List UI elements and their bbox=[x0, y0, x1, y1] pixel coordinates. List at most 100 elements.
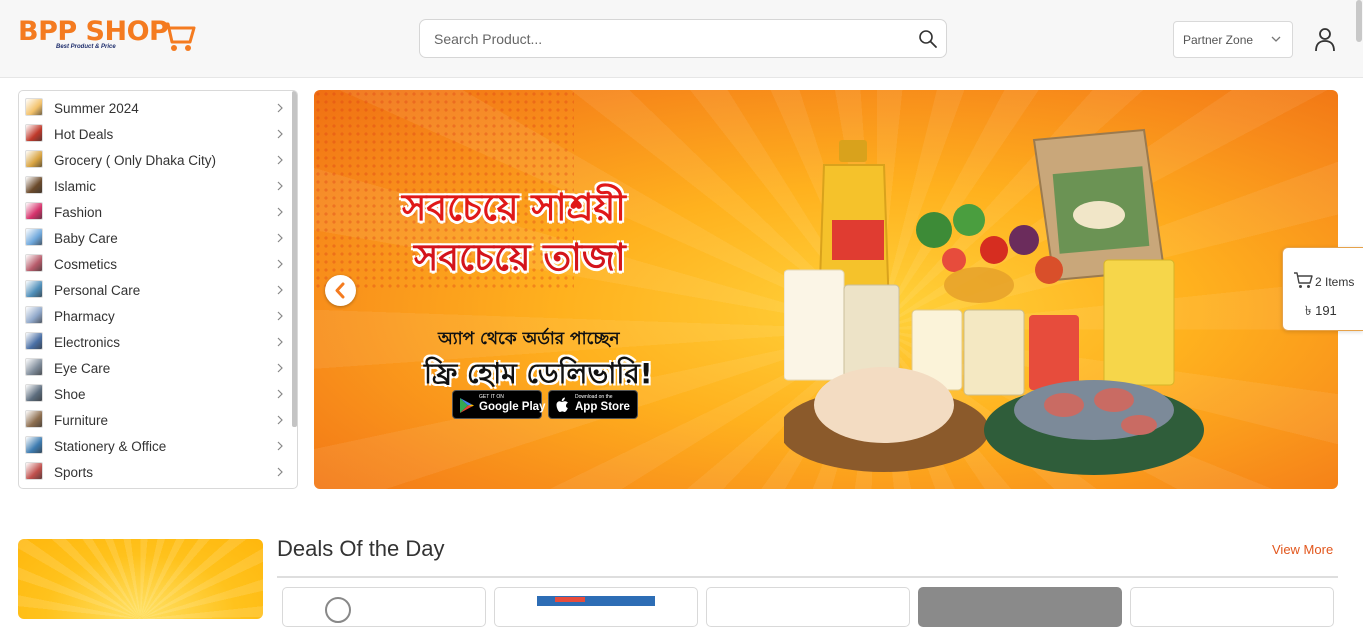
chevron-right-icon bbox=[277, 337, 283, 347]
baby-care-thumb bbox=[25, 228, 43, 246]
islamic-thumb bbox=[25, 176, 43, 194]
chevron-right-icon bbox=[277, 311, 283, 321]
chevron-right-icon bbox=[277, 285, 283, 295]
promo-card[interactable] bbox=[18, 539, 263, 619]
chevron-down-icon bbox=[1271, 36, 1281, 42]
personal-care-thumb bbox=[25, 280, 43, 298]
category-item[interactable]: Summer 2024 bbox=[24, 97, 288, 123]
category-item[interactable]: Baby Care bbox=[24, 227, 288, 253]
view-more-link[interactable]: View More bbox=[1272, 542, 1333, 557]
category-item[interactable]: Cosmetics bbox=[24, 253, 288, 279]
category-item[interactable]: Electronics bbox=[24, 331, 288, 357]
hero-banner[interactable]: সবচেয়ে সাশ্রয়ী সবচেয়ে তাজা অ্যাপ থেকে… bbox=[314, 90, 1338, 489]
app-store-label: App Store bbox=[575, 401, 630, 413]
app-store-small-text: Download on the bbox=[575, 394, 613, 400]
chevron-right-icon bbox=[277, 181, 283, 191]
page-scrollbar[interactable] bbox=[1356, 0, 1362, 42]
category-label: Pharmacy bbox=[54, 309, 115, 324]
category-label: Eye Care bbox=[54, 361, 111, 376]
eye-care-thumb bbox=[25, 358, 43, 376]
search-input[interactable] bbox=[434, 29, 904, 49]
category-label: Baby Care bbox=[54, 231, 118, 246]
partner-zone-select[interactable]: Partner Zone bbox=[1173, 21, 1293, 58]
chevron-right-icon bbox=[277, 129, 283, 139]
category-label: Cosmetics bbox=[54, 257, 118, 272]
chevron-right-icon bbox=[277, 207, 283, 217]
deal-product-card[interactable] bbox=[282, 587, 486, 627]
category-label: Summer 2024 bbox=[54, 101, 139, 116]
shoe-thumb bbox=[25, 384, 43, 402]
category-item[interactable]: Furniture bbox=[24, 409, 288, 435]
search-bar bbox=[419, 19, 947, 58]
banner-headline-2: সবচেয়ে তাজা bbox=[414, 236, 626, 279]
fashion-thumb bbox=[25, 202, 43, 220]
category-sidebar: Summer 2024 Hot Deals Grocery ( Only Dhaka… bbox=[18, 90, 298, 489]
hot-deals-thumb bbox=[25, 124, 43, 142]
chevron-right-icon bbox=[277, 155, 283, 165]
category-item[interactable]: Fashion bbox=[24, 201, 288, 227]
cosmetics-thumb bbox=[25, 254, 43, 272]
category-item[interactable]: Eye Care bbox=[24, 357, 288, 383]
pharmacy-thumb bbox=[25, 306, 43, 324]
banner-subline: অ্যাপ থেকে অর্ডার পাচ্ছেন bbox=[438, 329, 620, 349]
deal-product-card[interactable] bbox=[1130, 587, 1334, 627]
chevron-right-icon bbox=[277, 259, 283, 269]
category-item[interactable]: Pharmacy bbox=[24, 305, 288, 331]
google-play-icon bbox=[460, 398, 474, 413]
product-image bbox=[537, 596, 655, 606]
category-item[interactable]: Sports bbox=[24, 461, 288, 487]
search-icon[interactable] bbox=[918, 29, 938, 49]
category-label: Sports bbox=[54, 465, 94, 480]
category-label: Islamic bbox=[54, 179, 97, 194]
product-image bbox=[325, 597, 351, 623]
logo-cart-icon bbox=[162, 22, 196, 51]
deal-product-card[interactable] bbox=[706, 587, 910, 627]
category-item[interactable]: Grocery ( Only Dhaka City) bbox=[24, 149, 288, 175]
furniture-thumb bbox=[25, 410, 43, 428]
chevron-right-icon bbox=[277, 415, 283, 425]
cart-icon bbox=[1294, 272, 1313, 288]
cart-items-count: 2 Items bbox=[1315, 275, 1355, 289]
cart-total: ৳ 191 bbox=[1305, 303, 1337, 318]
deals-section-title: Deals Of the Day bbox=[277, 536, 445, 561]
chevron-right-icon bbox=[277, 233, 283, 243]
app-store-button[interactable]: Download on the App Store bbox=[548, 390, 638, 419]
site-header: BPP SHOP Best Product & Price Partner Zo… bbox=[0, 0, 1363, 78]
deals-divider bbox=[277, 576, 1338, 578]
user-account-icon[interactable] bbox=[1313, 26, 1337, 52]
category-label: Electronics bbox=[54, 335, 121, 350]
category-label: Shoe bbox=[54, 387, 86, 402]
chevron-right-icon bbox=[277, 389, 283, 399]
partner-zone-label: Partner Zone bbox=[1183, 33, 1254, 47]
chevron-left-icon bbox=[335, 282, 345, 299]
deal-product-card[interactable] bbox=[494, 587, 698, 627]
promo-rays-decoration bbox=[18, 539, 263, 619]
category-item[interactable]: Shoe bbox=[24, 383, 288, 409]
category-label: Fashion bbox=[54, 205, 103, 220]
category-item[interactable]: Personal Care bbox=[24, 279, 288, 305]
category-label: Personal Care bbox=[54, 283, 141, 298]
deal-product-card[interactable] bbox=[918, 587, 1122, 627]
category-label: Grocery ( Only Dhaka City) bbox=[54, 153, 217, 168]
site-logo[interactable]: BPP SHOP Best Product & Price bbox=[18, 16, 198, 56]
stationery-thumb bbox=[25, 436, 43, 454]
chevron-right-icon bbox=[277, 467, 283, 477]
apple-icon bbox=[556, 397, 568, 412]
category-scrollbar[interactable] bbox=[292, 91, 297, 427]
category-item[interactable]: Islamic bbox=[24, 175, 288, 201]
chevron-right-icon bbox=[277, 363, 283, 373]
category-item[interactable]: Hot Deals bbox=[24, 123, 288, 149]
chevron-right-icon bbox=[277, 103, 283, 113]
grocery-products-illustration bbox=[784, 128, 1204, 475]
category-label: Hot Deals bbox=[54, 127, 114, 142]
banner-prev-button[interactable] bbox=[325, 275, 356, 306]
floating-cart[interactable]: 2 Items ৳ 191 bbox=[1282, 247, 1363, 331]
category-label: Furniture bbox=[54, 413, 109, 428]
google-play-small-text: GET IT ON bbox=[479, 394, 504, 400]
chevron-right-icon bbox=[277, 441, 283, 451]
category-label: Stationery & Office bbox=[54, 439, 167, 454]
category-item[interactable]: Stationery & Office bbox=[24, 435, 288, 461]
electronics-thumb bbox=[25, 332, 43, 350]
sports-thumb bbox=[25, 462, 43, 480]
google-play-button[interactable]: GET IT ON Google Play bbox=[452, 390, 545, 419]
